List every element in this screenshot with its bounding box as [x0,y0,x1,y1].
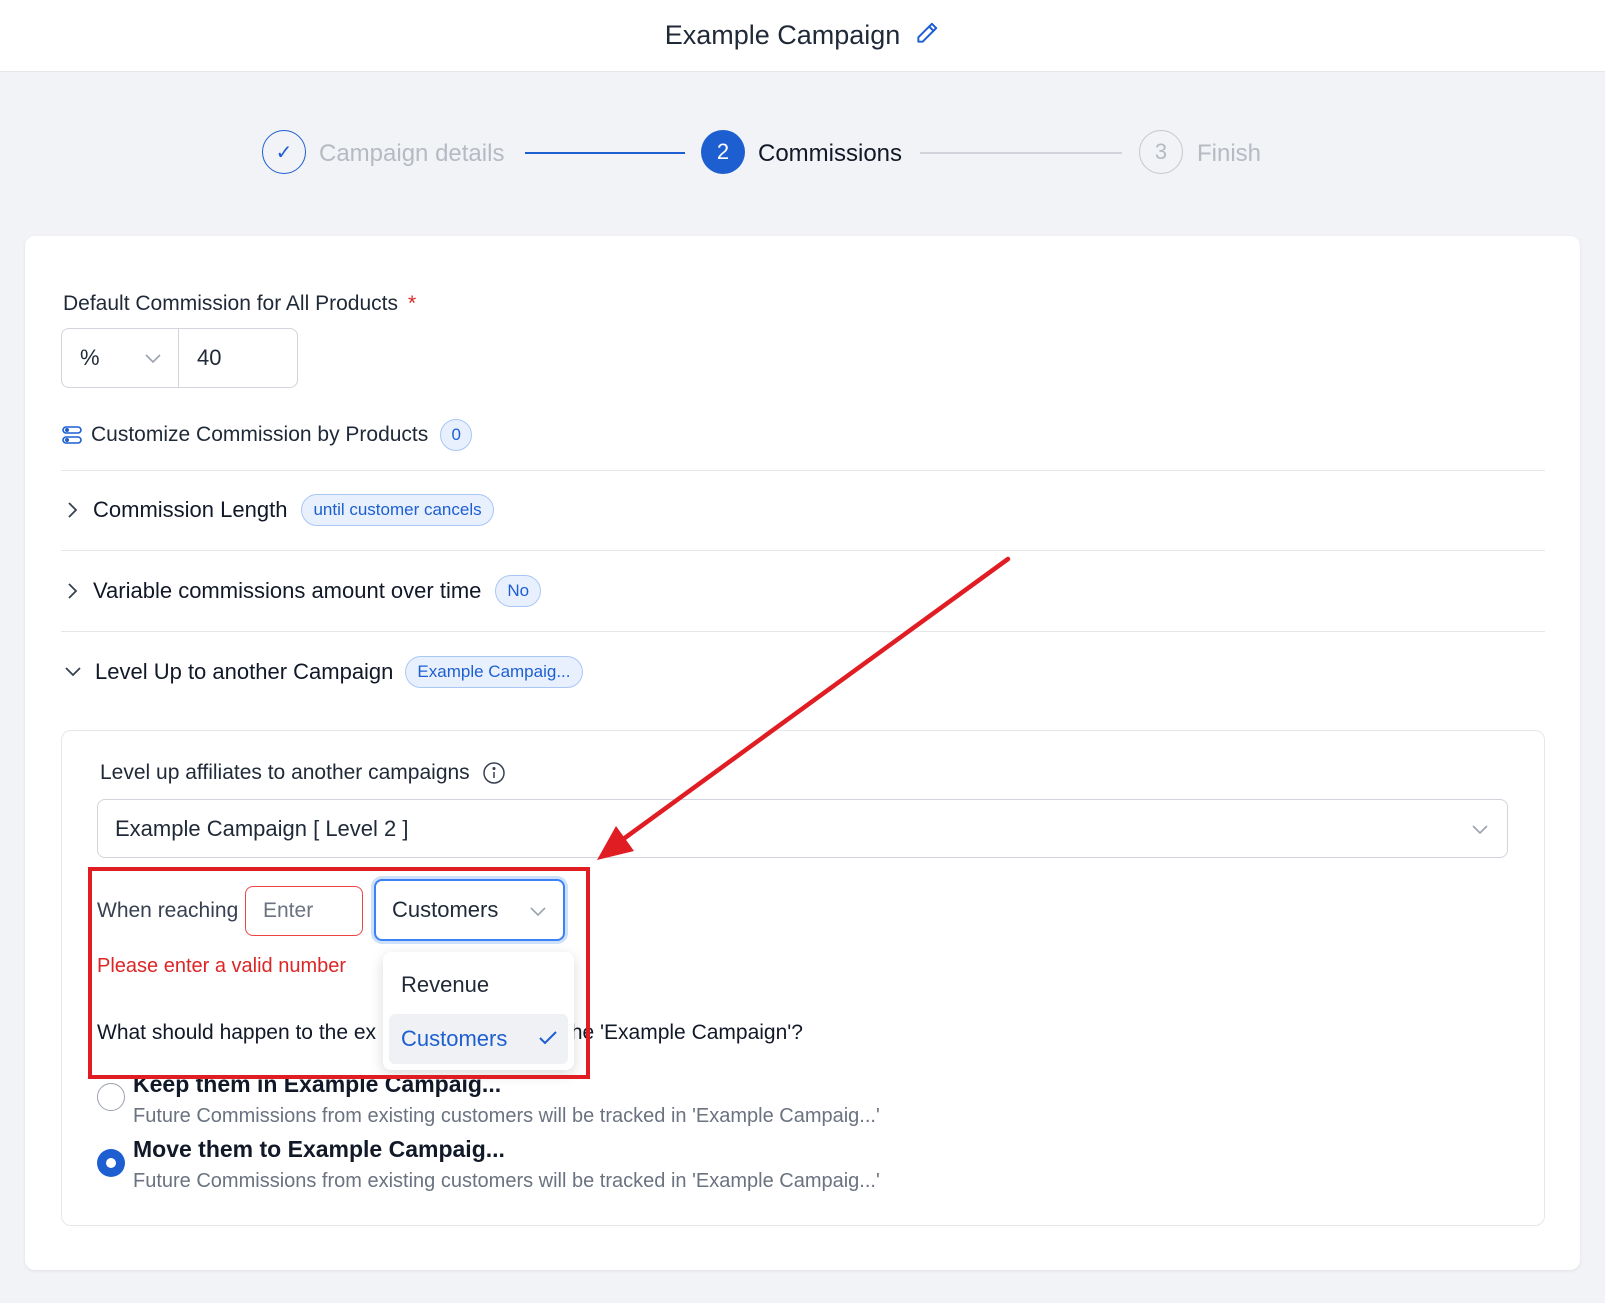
threshold-error: Please enter a valid number [97,955,347,977]
move-them-radio[interactable] [97,1149,125,1177]
step-connector-2 [920,152,1122,154]
chevron-down-icon [145,354,161,364]
threshold-input[interactable] [245,886,363,936]
default-commission-label-text: Default Commission for All Products [63,292,398,315]
pencil-icon[interactable] [914,20,940,51]
divider [61,470,1545,471]
variable-commissions-row[interactable]: Variable commissions amount over time No [65,575,542,607]
commissions-card: Default Commission for All Products * % 4… [25,236,1580,1270]
step-connector-1 [525,152,685,154]
stepper: ✓ Campaign details 2 Commissions 3 Finis… [0,130,1605,178]
metric-select[interactable]: Customers [374,879,565,941]
commission-unit-select[interactable]: % [61,328,179,388]
dropdown-option-label: Revenue [401,972,490,997]
commission-unit-value: % [80,345,100,370]
dropdown-option-revenue[interactable]: Revenue [389,960,568,1010]
step-2-number[interactable]: 2 [701,130,745,174]
divider [61,550,1545,551]
metric-value: Customers [392,897,499,922]
variable-commissions-title: Variable commissions amount over time [93,578,482,603]
existing-customers-question-start: What should happen to the ex [97,1021,377,1044]
commission-length-title: Commission Length [93,497,288,522]
product-list-icon [62,426,82,444]
step-1-label[interactable]: Campaign details [319,140,504,168]
metric-dropdown-menu: Revenue Customers [383,952,574,1070]
customize-commission-label: Customize Commission by Products [91,423,429,446]
commission-value: 40 [197,345,222,370]
chevron-down-icon [530,907,546,917]
chevron-right-icon [68,502,78,518]
chevron-down-icon [65,667,81,677]
keep-them-desc: Future Commissions from existing custome… [133,1105,880,1127]
commission-length-badge: until customer cancels [301,494,494,526]
keep-them-radio[interactable] [97,1083,125,1111]
campaign-title: Example Campaign [664,20,901,50]
dropdown-option-label: Customers [401,1026,508,1051]
customize-commission-row[interactable]: Customize Commission by Products 0 [61,419,473,451]
checkmark-icon [539,1031,557,1045]
dropdown-option-customers[interactable]: Customers [389,1014,568,1064]
info-icon[interactable] [482,761,506,785]
step-3-number[interactable]: 3 [1139,130,1183,174]
target-campaign-value: Example Campaign [ Level 2 ] [115,815,409,841]
commission-length-row[interactable]: Commission Length until customer cancels [65,494,494,526]
level-up-panel: Level up affiliates to another campaigns… [61,730,1545,1226]
product-count-badge: 0 [440,419,473,451]
top-bar: Example Campaign [0,0,1605,72]
move-them-title[interactable]: Move them to Example Campaig... [133,1136,505,1163]
commission-value-input[interactable]: 40 [178,328,298,388]
level-up-title: Level Up to another Campaign [95,659,394,684]
divider [61,631,1545,632]
existing-customers-question-end: the 'Example Campaign'? [565,1021,803,1044]
level-up-row[interactable]: Level Up to another Campaign Example Cam… [63,656,583,688]
level-up-badge: Example Campaig... [405,656,583,688]
when-reaching-label: When reaching [97,899,239,922]
default-commission-label: Default Commission for All Products * [63,292,416,316]
target-campaign-select[interactable]: Example Campaign [ Level 2 ] [97,799,1508,858]
keep-them-title[interactable]: Keep them in Example Campaig... [133,1071,501,1098]
chevron-right-icon [68,583,78,599]
step-2-label[interactable]: Commissions [758,140,902,168]
level-up-label: Level up affiliates to another campaigns [100,761,470,784]
step-3-label[interactable]: Finish [1197,140,1261,168]
step-1-check-icon[interactable]: ✓ [262,130,306,174]
chevron-down-icon [1472,825,1488,835]
required-mark: * [407,292,417,315]
level-up-label-row: Level up affiliates to another campaigns [100,761,506,785]
variable-commissions-badge: No [495,575,542,607]
move-them-desc: Future Commissions from existing custome… [133,1170,880,1192]
